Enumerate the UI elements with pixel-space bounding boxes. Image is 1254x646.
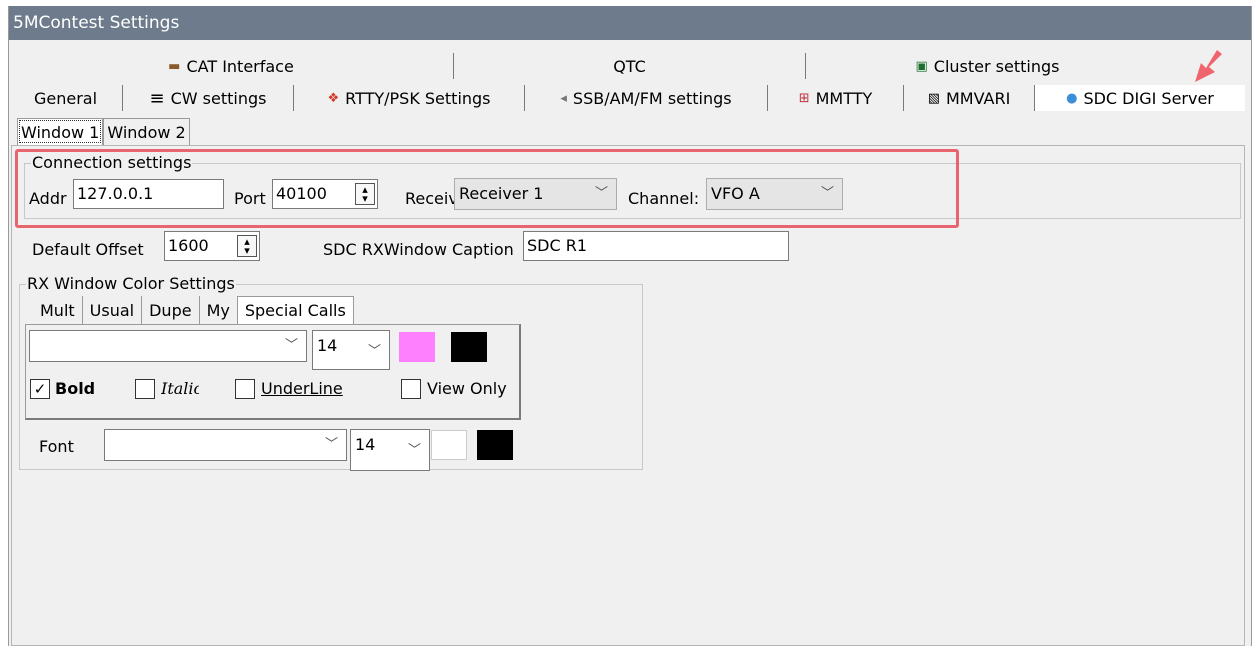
tab-label: SDC DIGI Server	[1083, 88, 1214, 108]
font-size-value: 14	[355, 435, 376, 454]
port-spinner[interactable]: 40100 ▴ ▾	[272, 179, 378, 209]
port-value: 40100	[276, 184, 327, 203]
color-size-select[interactable]: 14 ﹀	[312, 330, 390, 370]
tab-label: RTTY/PSK Settings	[345, 88, 491, 108]
cw-icon: ≡	[149, 87, 165, 109]
window-subtabs: Window 1 Window 2	[17, 118, 190, 145]
default-offset-value: 1600	[168, 236, 209, 255]
chevron-down-icon: ﹀	[820, 186, 834, 201]
connection-settings-label: Connection settings	[31, 153, 193, 173]
port-label: Port	[234, 189, 266, 208]
tab-general[interactable]: General	[9, 85, 123, 111]
underline-label: UnderLine	[261, 379, 343, 398]
color-size-value: 14	[317, 336, 338, 355]
tab-label: QTC	[613, 56, 646, 76]
mmtty-icon: ⊞	[798, 90, 810, 106]
tab-qtc[interactable]: QTC	[454, 53, 806, 79]
addr-input[interactable]: 127.0.0.1	[73, 179, 224, 209]
chevron-down-icon: ﹀	[407, 443, 421, 458]
foreground-color-swatch[interactable]	[399, 332, 435, 362]
cluster-icon: ▣	[915, 58, 928, 74]
window-title: 5MContest Settings	[9, 6, 1251, 40]
font-size-select[interactable]: 14 ﹀	[350, 429, 430, 471]
cat-interface-icon: ▬	[168, 58, 181, 74]
view-only-checkbox[interactable]	[401, 379, 421, 399]
color-font-select[interactable]: ﹀	[29, 330, 307, 362]
tab-my[interactable]: My	[200, 296, 237, 324]
sdc-caption-label: SDC RXWindow Caption	[323, 240, 514, 259]
underline-checkbox[interactable]	[235, 379, 255, 399]
tab-cat-interface[interactable]: ▬ CAT Interface	[9, 53, 454, 79]
default-offset-spinner[interactable]: 1600 ▴ ▾	[164, 231, 260, 261]
bold-label: Bold	[55, 379, 95, 398]
speaker-icon: ◂	[560, 90, 567, 106]
tab-mult[interactable]: Mult	[33, 296, 83, 324]
tab-ssb-am-fm-settings[interactable]: ◂ SSB/AM/FM settings	[525, 85, 768, 111]
tab-label: CW settings	[170, 88, 267, 108]
tab-label: General	[33, 88, 98, 108]
tab-rtty-psk-settings[interactable]: ❖ RTTY/PSK Settings	[294, 85, 525, 111]
font-select[interactable]: ﹀	[104, 429, 347, 461]
font-foreground-swatch[interactable]	[431, 430, 467, 460]
addr-label: Addr	[29, 189, 67, 208]
font-background-swatch[interactable]	[477, 430, 513, 460]
rx-color-settings-label: RX Window Color Settings	[26, 274, 236, 294]
rtty-icon: ❖	[327, 90, 340, 106]
background-color-swatch[interactable]	[451, 332, 487, 362]
spin-arrows-icon[interactable]: ▴ ▾	[237, 235, 257, 257]
view-only-label: View Only	[427, 379, 507, 398]
sdc-icon: ●	[1066, 90, 1078, 106]
tab-label: MMVARI	[945, 88, 1011, 108]
rx-color-tabs: Mult Usual Dupe My Special Calls	[33, 296, 354, 324]
tab-special-calls[interactable]: Special Calls	[236, 296, 354, 324]
chevron-down-icon: ﹀	[367, 344, 381, 359]
sdc-caption-input[interactable]: SDC R1	[523, 231, 789, 261]
default-offset-label: Default Offset	[32, 240, 144, 259]
tab-label: SSB/AM/FM settings	[572, 88, 732, 108]
italic-checkbox[interactable]	[135, 379, 155, 399]
subtab-window-1[interactable]: Window 1	[17, 118, 104, 145]
mmvari-icon: ▧	[927, 90, 940, 106]
chevron-down-icon: ﹀	[594, 186, 608, 201]
chevron-down-icon: ﹀	[284, 338, 298, 353]
annotation-arrow-icon	[1195, 50, 1222, 82]
tab-label: Cluster settings	[933, 56, 1060, 76]
settings-window: 5MContest Settings ▬ CAT Interface QTC ▣…	[8, 6, 1252, 646]
tab-cluster-settings[interactable]: ▣ Cluster settings	[806, 53, 1169, 79]
tab-row-bottom: General ≡ CW settings ❖ RTTY/PSK Setting…	[9, 85, 1245, 111]
chevron-down-icon: ﹀	[324, 437, 338, 452]
italic-label: Italic	[161, 379, 199, 398]
tab-dupe[interactable]: Dupe	[142, 296, 200, 324]
tab-row-top: ▬ CAT Interface QTC ▣ Cluster settings	[9, 53, 1169, 79]
tab-mmvari[interactable]: ▧ MMVARI	[904, 85, 1035, 111]
tab-usual[interactable]: Usual	[83, 296, 143, 324]
bold-checkbox[interactable]: ✓	[30, 379, 50, 399]
tab-label: MMTTY	[815, 88, 873, 108]
spin-arrows-icon[interactable]: ▴ ▾	[355, 183, 375, 205]
font-label: Font	[39, 437, 74, 456]
channel-label: Channel:	[628, 189, 700, 208]
tab-mmtty[interactable]: ⊞ MMTTY	[768, 85, 904, 111]
tab-label: CAT Interface	[186, 56, 294, 76]
receiver-select[interactable]: Receiver 1 ﹀	[454, 178, 617, 210]
tab-cw-settings[interactable]: ≡ CW settings	[123, 85, 294, 111]
tab-sdc-digi-server[interactable]: ● SDC DIGI Server	[1035, 85, 1245, 111]
channel-value: VFO A	[711, 184, 760, 203]
subtab-window-2[interactable]: Window 2	[103, 118, 190, 145]
channel-select[interactable]: VFO A ﹀	[706, 178, 843, 210]
receiver-value: Receiver 1	[459, 184, 544, 203]
